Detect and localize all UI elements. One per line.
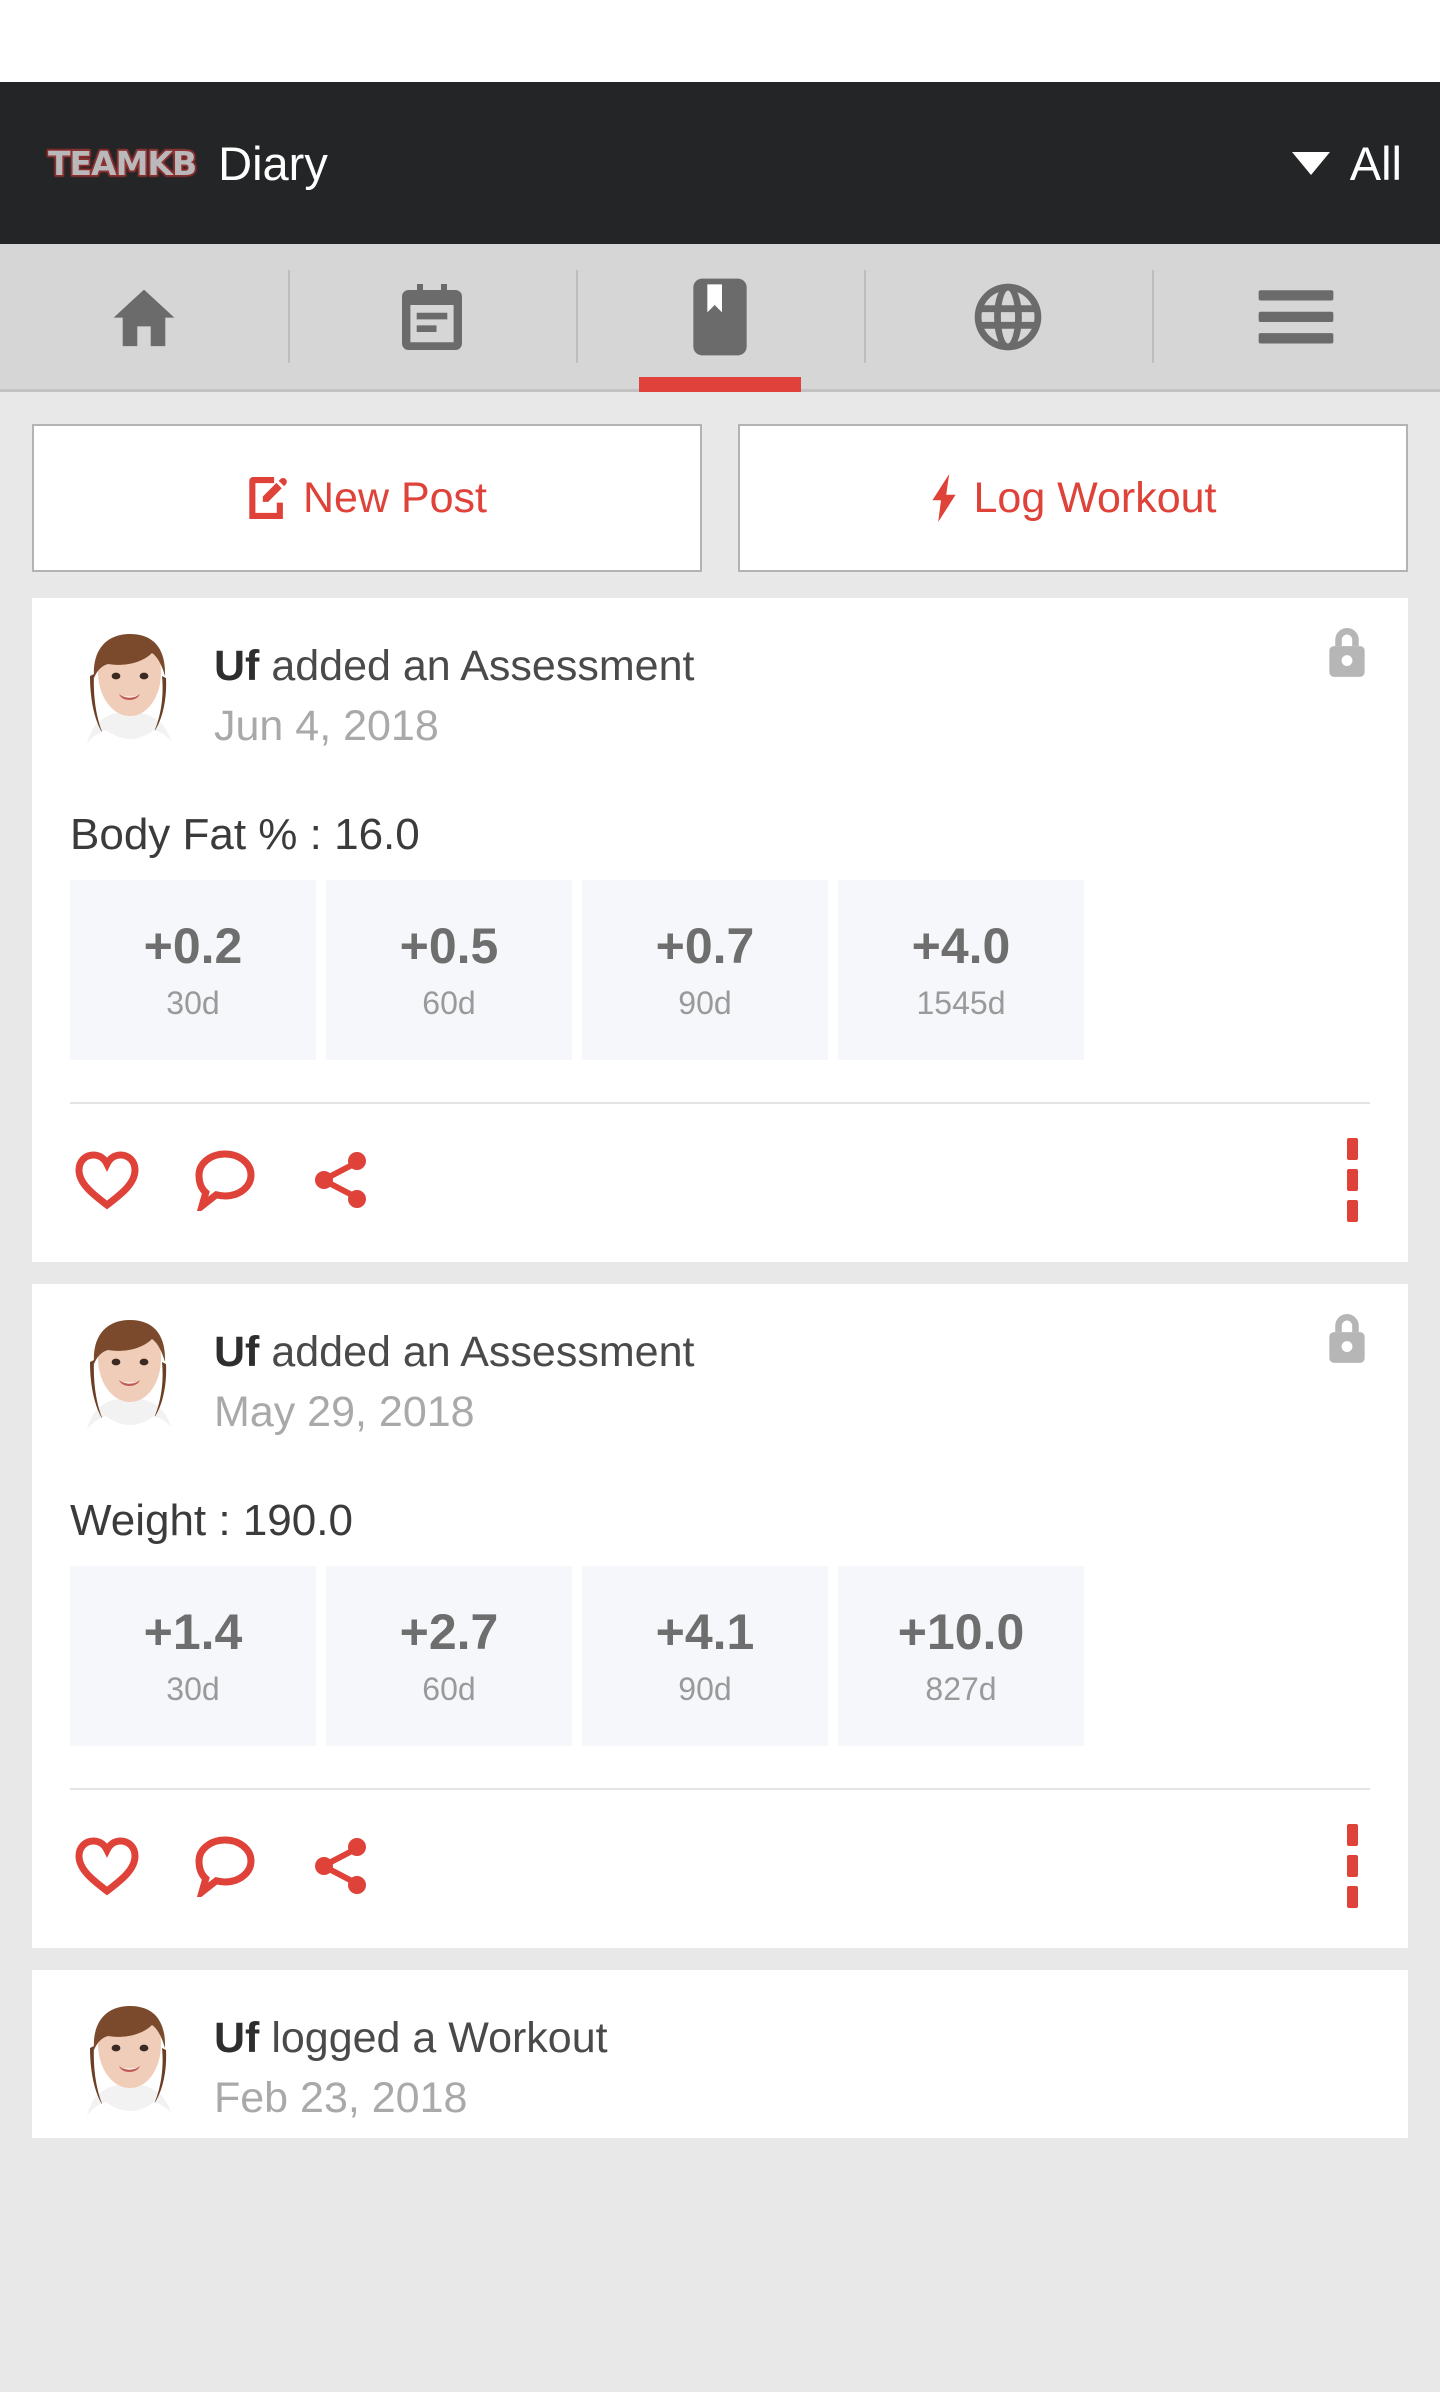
avatar: [70, 632, 188, 766]
brand: TEAMKB Diary: [47, 136, 328, 190]
stat-label: 30d: [166, 1671, 220, 1707]
tab-diary[interactable]: [576, 244, 864, 392]
card-date: Jun 4, 2018: [214, 702, 439, 751]
card-metric: Body Fat % : 16.0: [70, 810, 420, 859]
stat-value: +0.2: [143, 918, 243, 974]
share-icon[interactable]: [310, 1835, 372, 1897]
card-title: Uf added an Assessment: [214, 642, 694, 690]
tab-community[interactable]: [864, 244, 1152, 389]
app-root: TEAMKB Diary All New Post Log Workout Uf…: [0, 0, 1440, 2392]
filter-label: All: [1349, 136, 1402, 190]
avatar: [70, 1318, 188, 1452]
card-action-bar: [70, 1104, 1370, 1262]
card-header: Uf added an Assessment May 29, 2018: [70, 1318, 1370, 1452]
stat-value: +4.1: [655, 1604, 755, 1660]
hamburger-icon: [1258, 289, 1334, 345]
active-tab-indicator: [639, 377, 801, 392]
heart-icon[interactable]: [74, 1836, 140, 1896]
card-title: Uf logged a Workout: [214, 2014, 608, 2062]
privacy-lock: [1324, 628, 1370, 680]
more-vertical-icon[interactable]: [1347, 1138, 1366, 1222]
feed-card[interactable]: Uf added an Assessment Jun 4, 2018 Body …: [32, 598, 1408, 1262]
stat-value: +10.0: [897, 1604, 1025, 1660]
comment-icon[interactable]: [194, 1149, 256, 1211]
card-action-bar: [70, 1790, 1370, 1948]
card-header-text: Uf added an Assessment May 29, 2018: [214, 1318, 694, 1452]
new-post-button[interactable]: New Post: [32, 424, 702, 572]
social-actions: [74, 1835, 372, 1897]
stat-value: +2.7: [399, 1604, 499, 1660]
tab-bar: [0, 244, 1440, 392]
teamkb-logo: TEAMKB: [47, 143, 199, 183]
stat-group: +1.4 30d +2.7 60d +4.1 90d +10.0 827d: [70, 1566, 1370, 1746]
stat-label: 1545d: [916, 985, 1006, 1021]
tab-menu[interactable]: [1152, 244, 1440, 389]
home-icon: [107, 282, 181, 352]
feed-card[interactable]: Uf logged a Workout Feb 23, 2018: [32, 1970, 1408, 2138]
tab-home[interactable]: [0, 244, 288, 389]
stat-cell: +2.7 60d: [326, 1566, 572, 1746]
stat-cell: +4.1 90d: [582, 1566, 828, 1746]
quick-actions: New Post Log Workout: [0, 392, 1440, 598]
stat-value: +0.5: [399, 918, 499, 974]
card-user: Uf: [214, 1328, 260, 1376]
stat-label: 30d: [166, 985, 220, 1021]
comment-icon[interactable]: [194, 1835, 256, 1897]
stat-value: +1.4: [143, 1604, 243, 1660]
stat-cell: +1.4 30d: [70, 1566, 316, 1746]
stat-label: 60d: [422, 985, 476, 1021]
more-vertical-icon[interactable]: [1347, 1824, 1366, 1908]
stat-label: 60d: [422, 1671, 476, 1707]
card-user: Uf: [214, 2014, 260, 2062]
app-header: TEAMKB Diary All: [0, 82, 1440, 244]
stat-cell: +0.7 90d: [582, 880, 828, 1060]
card-header: Uf logged a Workout Feb 23, 2018: [70, 2004, 1370, 2138]
bolt-icon: [929, 474, 959, 522]
filter-dropdown[interactable]: All: [1291, 136, 1402, 190]
globe-icon: [971, 280, 1045, 354]
stat-cell: +0.5 60d: [326, 880, 572, 1060]
card-date: Feb 23, 2018: [214, 2074, 468, 2123]
edit-icon: [247, 475, 289, 521]
new-post-label: New Post: [302, 473, 487, 522]
log-workout-button[interactable]: Log Workout: [738, 424, 1408, 572]
chevron-down-icon: [1291, 151, 1330, 175]
stat-cell: +4.0 1545d: [838, 880, 1084, 1060]
social-actions: [74, 1149, 372, 1211]
stat-group: +0.2 30d +0.5 60d +0.7 90d +4.0 1545d: [70, 880, 1370, 1060]
stat-cell: +10.0 827d: [838, 1566, 1084, 1746]
stat-cell: +0.2 30d: [70, 880, 316, 1060]
feed-card[interactable]: Uf added an Assessment May 29, 2018 Weig…: [32, 1284, 1408, 1948]
avatar: [70, 2004, 188, 2138]
card-title: Uf added an Assessment: [214, 1328, 694, 1376]
heart-icon[interactable]: [74, 1150, 140, 1210]
card-date: May 29, 2018: [214, 1388, 475, 1437]
card-action: added an Assessment: [259, 1328, 695, 1376]
card-header-text: Uf logged a Workout Feb 23, 2018: [214, 2004, 608, 2138]
diary-feed: Uf added an Assessment Jun 4, 2018 Body …: [0, 598, 1440, 2138]
stat-value: +4.0: [911, 918, 1011, 974]
stat-value: +0.7: [655, 918, 755, 974]
stat-label: 90d: [678, 985, 732, 1021]
stat-label: 827d: [925, 1671, 997, 1707]
card-header: Uf added an Assessment Jun 4, 2018: [70, 632, 1370, 766]
share-icon[interactable]: [310, 1149, 372, 1211]
privacy-lock: [1324, 1314, 1370, 1366]
tab-calendar[interactable]: [288, 244, 576, 389]
card-header-text: Uf added an Assessment Jun 4, 2018: [214, 632, 694, 766]
status-bar: [0, 0, 1440, 82]
stat-label: 90d: [678, 1671, 732, 1707]
page-title: Diary: [218, 136, 328, 190]
log-workout-label: Log Workout: [973, 473, 1217, 522]
card-user: Uf: [214, 642, 260, 690]
card-action: added an Assessment: [259, 642, 695, 690]
book-icon: [690, 276, 750, 358]
card-action: logged a Workout: [259, 2014, 608, 2062]
lock-icon: [1324, 1314, 1370, 1366]
calendar-icon: [396, 281, 468, 353]
card-metric: Weight : 190.0: [70, 1496, 353, 1545]
lock-icon: [1324, 628, 1370, 680]
